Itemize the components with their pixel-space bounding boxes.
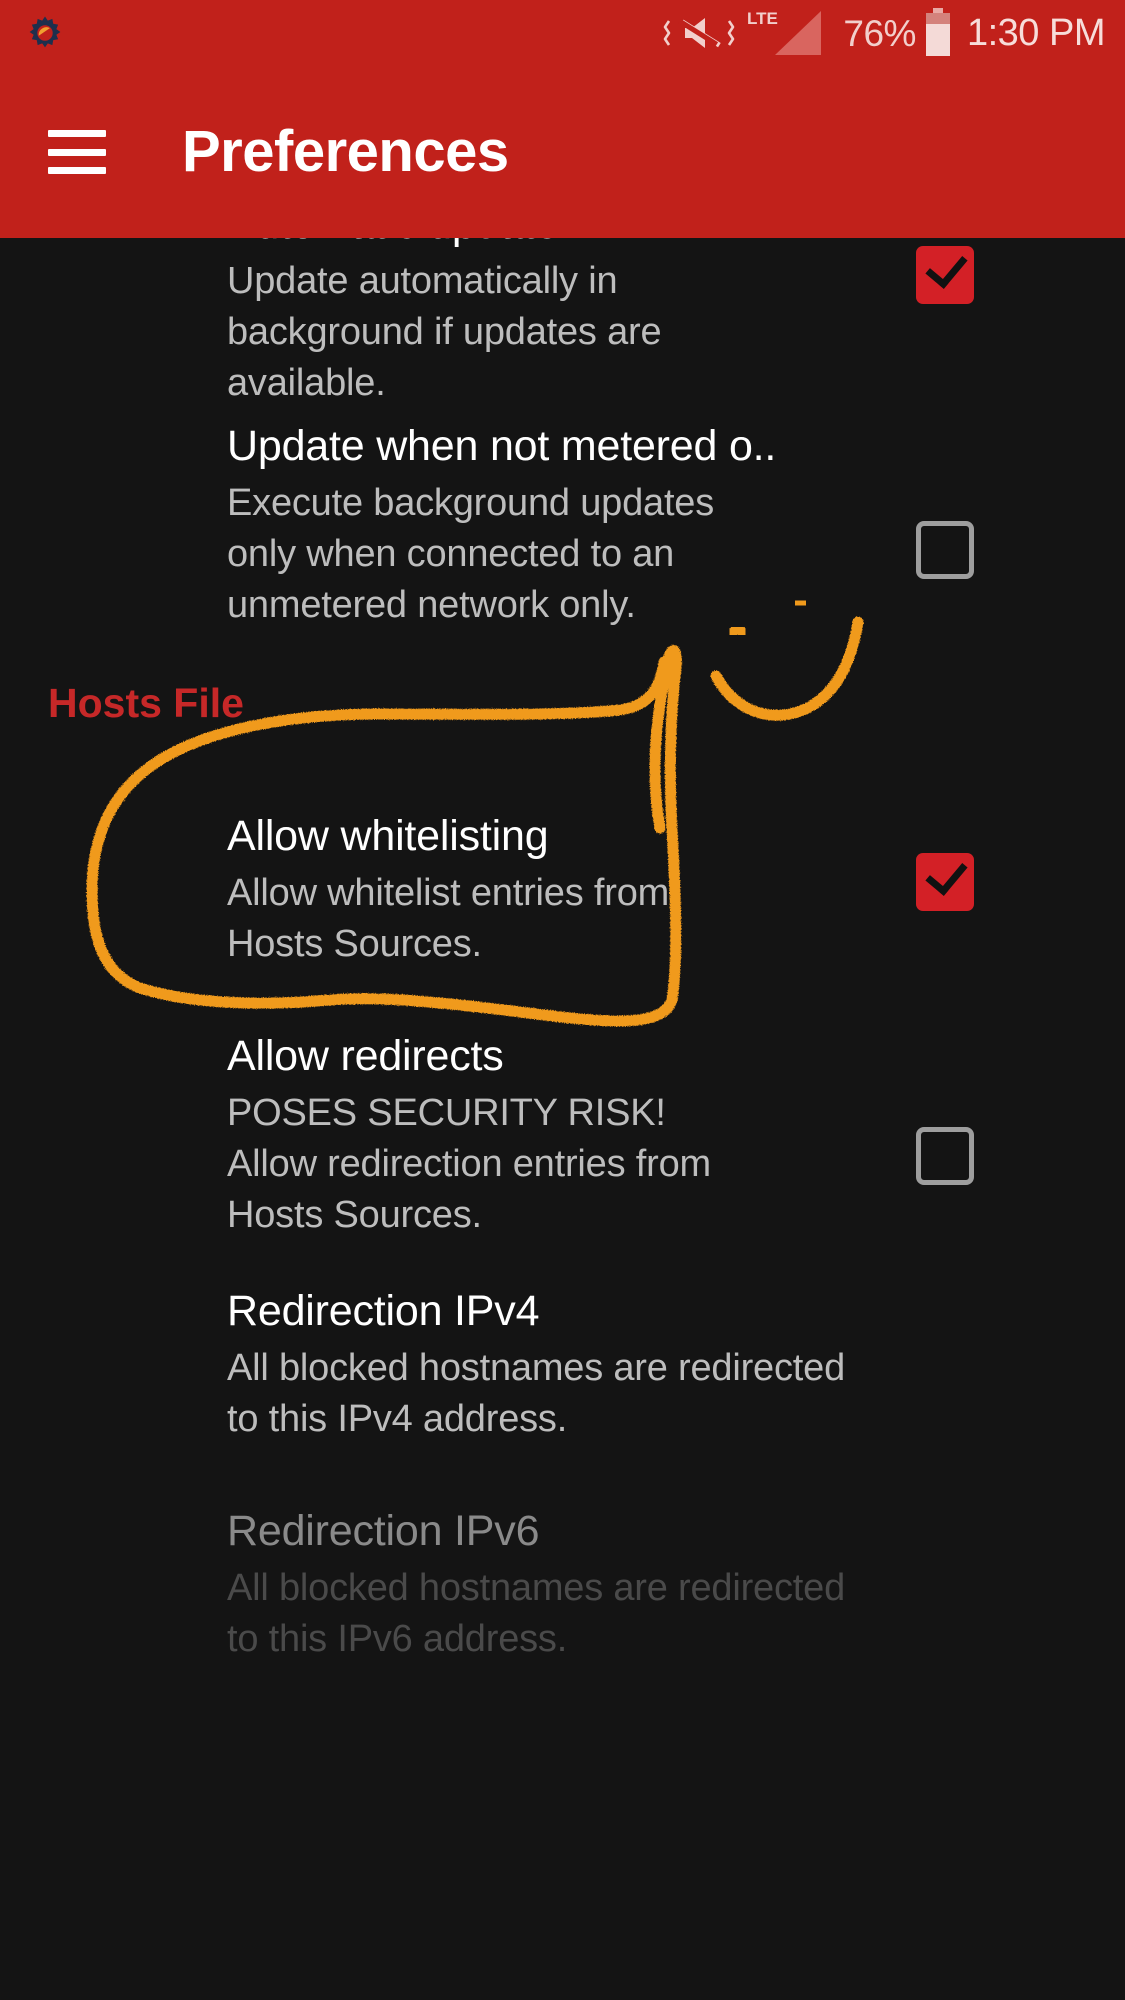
gear-icon xyxy=(29,16,61,48)
checkbox-wrap-update-when-not-metered[interactable] xyxy=(885,521,1005,579)
status-bar-right: LTE 76% 1:30 PM xyxy=(663,0,1106,66)
preference-title: Update when not metered o.. xyxy=(227,422,777,470)
checkbox-wrap-allow-whitelisting[interactable] xyxy=(885,853,1005,911)
hamburger-menu-icon[interactable] xyxy=(48,130,106,174)
signal-bars-icon: LTE xyxy=(747,9,822,55)
checkbox-wrap-allow-redirects[interactable] xyxy=(885,1127,1005,1185)
app-bar-title-row: Preferences xyxy=(0,66,1125,238)
battery-percent-label: 76% xyxy=(843,12,916,54)
checkbox-allow-whitelisting[interactable] xyxy=(916,853,974,911)
hamburger-line xyxy=(48,167,106,174)
preference-summary: POSES SECURITY RISK! Allow redirection e… xyxy=(227,1092,711,1236)
section-header-hosts-file: Hosts File xyxy=(48,680,244,726)
preference-summary: Update automatically in background if up… xyxy=(227,260,662,404)
preference-text-block: Allow whitelisting Allow whitelist entri… xyxy=(0,808,760,970)
app-bar: LTE 76% 1:30 PM Preferences xyxy=(0,0,1125,238)
hamburger-line xyxy=(48,130,106,137)
checkbox-allow-redirects[interactable] xyxy=(916,1127,974,1185)
status-bar-left xyxy=(24,12,66,54)
page-title: Preferences xyxy=(182,119,509,184)
preference-row-update-when-not-metered[interactable]: Update when not metered o.. Execute back… xyxy=(0,418,1125,631)
preference-summary: All blocked hostnames are redirected to … xyxy=(227,1347,846,1440)
checkbox-update-when-not-metered[interactable] xyxy=(916,521,974,579)
svg-text:LTE: LTE xyxy=(747,9,778,28)
battery-icon xyxy=(925,8,950,56)
status-bar-clock: 1:30 PM xyxy=(966,12,1106,54)
preference-row-allow-whitelisting[interactable]: Allow whitelisting Allow whitelist entri… xyxy=(0,808,1125,970)
preference-text-block: Allow redirects POSES SECURITY RISK! All… xyxy=(0,1028,760,1241)
preference-summary: Execute background updates only when con… xyxy=(227,482,715,626)
checkbox-wrap-automatic-update[interactable] xyxy=(885,246,1005,304)
preference-row-allow-redirects[interactable]: Allow redirects POSES SECURITY RISK! All… xyxy=(0,1028,1125,1241)
preference-text-block: Redirection IPv4 All blocked hostnames a… xyxy=(0,1283,860,1445)
preference-text-block: Redirection IPv6 All blocked hostnames a… xyxy=(0,1503,860,1665)
preference-summary: Allow whitelist entries from Hosts Sourc… xyxy=(227,872,670,965)
hamburger-line xyxy=(48,148,106,156)
preference-title: Allow redirects xyxy=(227,1032,504,1080)
preference-row-redirection-ipv4[interactable]: Redirection IPv4 All blocked hostnames a… xyxy=(0,1283,1125,1445)
preference-title: Redirection IPv6 xyxy=(227,1507,540,1555)
preference-row-redirection-ipv6[interactable]: Redirection IPv6 All blocked hostnames a… xyxy=(0,1503,1125,1665)
volume-mute-vibrate-icon xyxy=(664,18,735,48)
phone-screen: Automatic update Update automatically in… xyxy=(0,0,1125,2000)
preference-title: Redirection IPv4 xyxy=(227,1287,540,1335)
preference-text-block: Update when not metered o.. Execute back… xyxy=(0,418,777,631)
preference-summary: All blocked hostnames are redirected to … xyxy=(227,1567,846,1660)
checkbox-automatic-update[interactable] xyxy=(916,246,974,304)
preference-title: Allow whitelisting xyxy=(227,812,549,860)
status-bar: LTE 76% 1:30 PM xyxy=(0,0,1125,66)
preferences-list[interactable]: Automatic update Update automatically in… xyxy=(0,200,1125,2000)
